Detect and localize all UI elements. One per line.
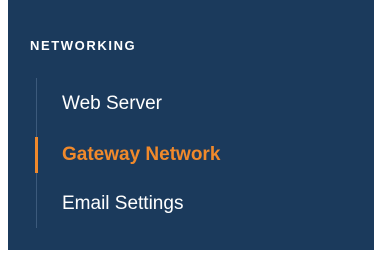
sidebar-item-gateway-network[interactable]: Gateway Network: [35, 133, 336, 177]
sidebar-item-label: Gateway Network: [62, 144, 221, 165]
active-indicator: [35, 137, 38, 173]
sidebar-item-web-server[interactable]: Web Server: [36, 82, 336, 126]
section-heading-networking: NETWORKING: [30, 38, 137, 53]
sidebar-item-label: Email Settings: [62, 193, 184, 214]
sidebar-item-email-settings[interactable]: Email Settings: [36, 182, 336, 226]
sidebar-item-label: Web Server: [62, 93, 162, 114]
sidebar-panel: NETWORKING Web Server Gateway Network Em…: [8, 0, 374, 250]
